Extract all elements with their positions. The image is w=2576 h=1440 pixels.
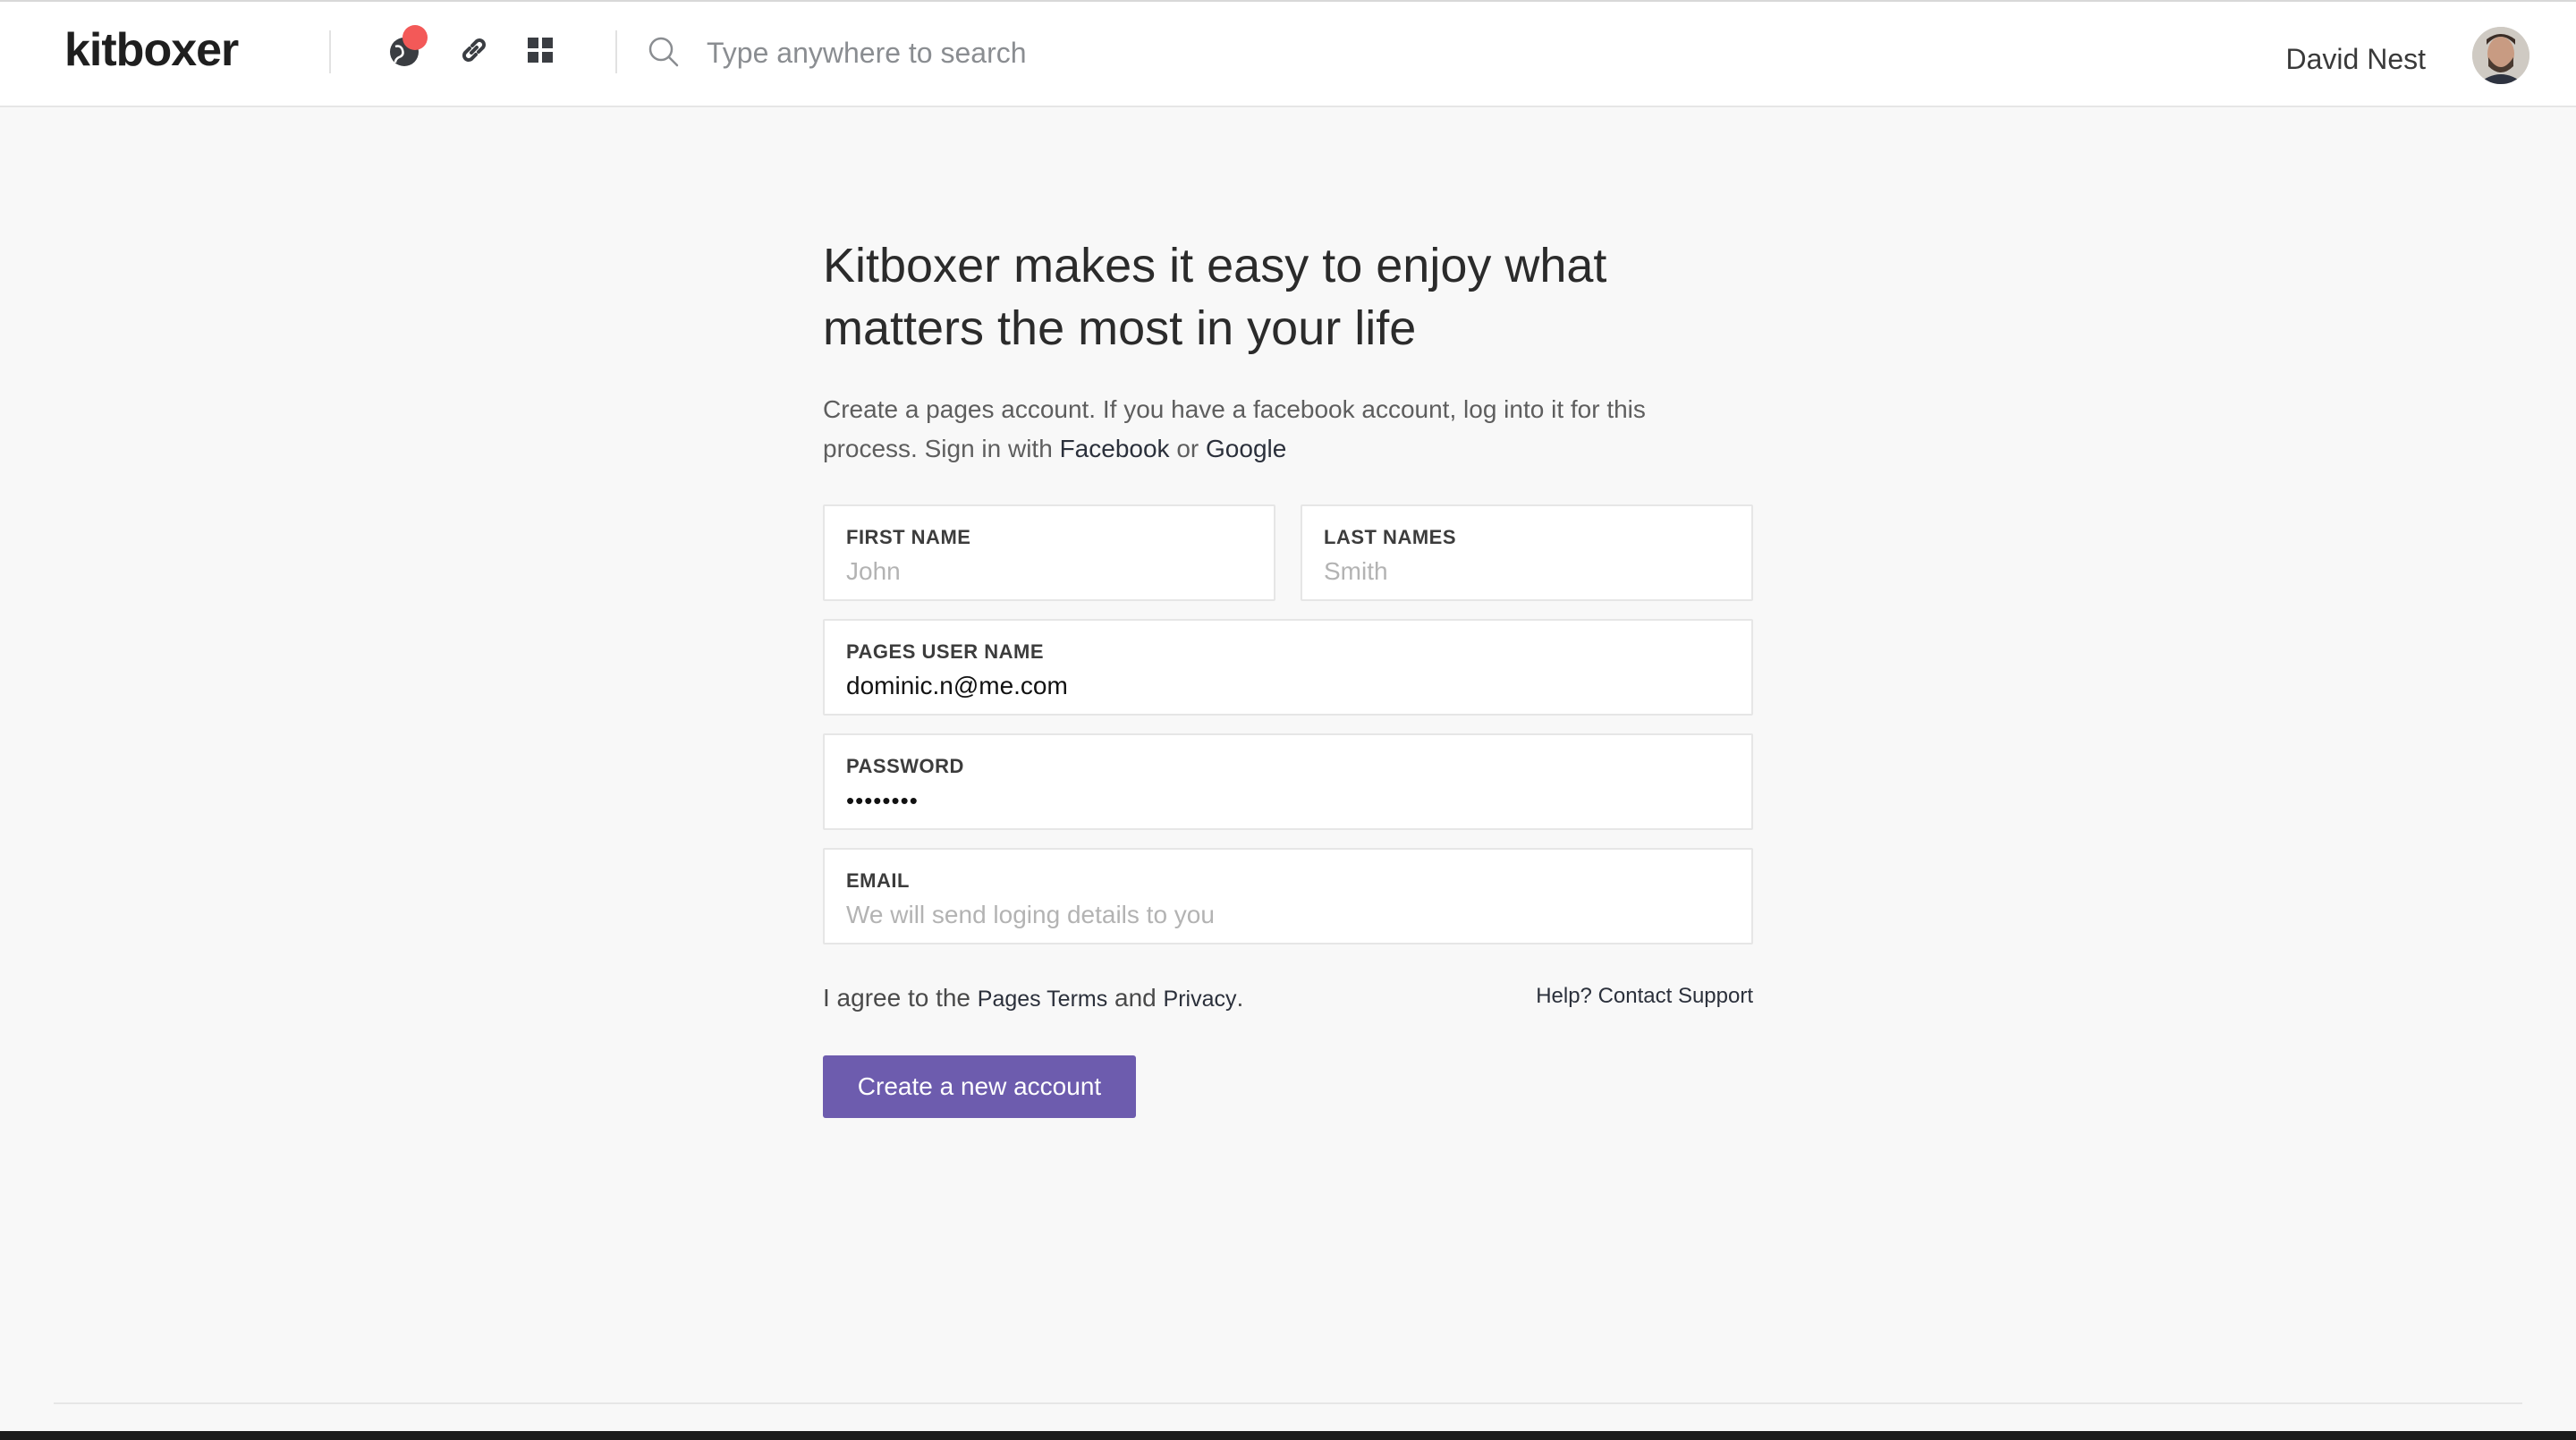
google-link[interactable]: Google xyxy=(1206,435,1286,462)
first-name-input[interactable] xyxy=(846,553,1252,590)
footer-divider xyxy=(54,1402,2522,1404)
email-input[interactable] xyxy=(846,896,1730,934)
top-navbar: kitboxer David Nest xyxy=(0,0,2576,107)
terms-link[interactable]: Pages Terms xyxy=(978,987,1107,1012)
create-account-button[interactable]: Create a new account xyxy=(823,1055,1136,1118)
terms-agreement: I agree to the Pages Terms and Privacy. xyxy=(823,984,1243,1012)
password-field[interactable]: PASSWORD •••••••• xyxy=(823,733,1753,830)
last-name-label: LAST NAMES xyxy=(1324,526,1456,548)
user-name[interactable]: David Nest xyxy=(2286,41,2427,77)
avatar[interactable] xyxy=(2472,27,2529,84)
divider xyxy=(329,30,331,73)
first-name-field[interactable]: FIRST NAME xyxy=(823,504,1275,601)
link-icon[interactable] xyxy=(454,30,494,70)
agree-and: and xyxy=(1114,984,1157,1012)
avatar-image xyxy=(2472,27,2529,84)
or-text: or xyxy=(1176,435,1199,462)
page-title: Kitboxer makes it easy to enjoy what mat… xyxy=(823,239,1607,355)
search-input[interactable] xyxy=(705,29,1424,77)
agree-suffix: . xyxy=(1236,984,1244,1012)
last-name-input[interactable] xyxy=(1324,553,1730,590)
username-input[interactable] xyxy=(846,667,1730,705)
username-field[interactable]: PAGES USER NAME xyxy=(823,619,1753,716)
signup-content: Kitboxer makes it easy to enjoy what mat… xyxy=(823,234,1753,469)
agree-prefix: I agree to the xyxy=(823,984,971,1012)
search-icon xyxy=(648,37,679,67)
username-label: PAGES USER NAME xyxy=(846,640,1045,663)
privacy-link[interactable]: Privacy xyxy=(1164,987,1237,1012)
grid-icon[interactable] xyxy=(521,30,560,70)
first-name-label: FIRST NAME xyxy=(846,526,971,548)
bottom-edge xyxy=(0,1431,2576,1440)
email-field[interactable]: EMAIL xyxy=(823,848,1753,944)
divider xyxy=(615,30,617,73)
last-name-field[interactable]: LAST NAMES xyxy=(1301,504,1753,601)
email-label: EMAIL xyxy=(846,869,910,892)
brand-logo[interactable]: kitboxer xyxy=(64,21,239,79)
intro-text: Create a pages account. If you have a fa… xyxy=(823,390,1717,469)
password-input[interactable]: •••••••• xyxy=(846,782,1730,819)
password-label: PASSWORD xyxy=(846,755,964,777)
notification-badge xyxy=(402,25,428,50)
contact-support-link[interactable]: Help? Contact Support xyxy=(1536,984,1753,1009)
facebook-link[interactable]: Facebook xyxy=(1060,435,1170,462)
